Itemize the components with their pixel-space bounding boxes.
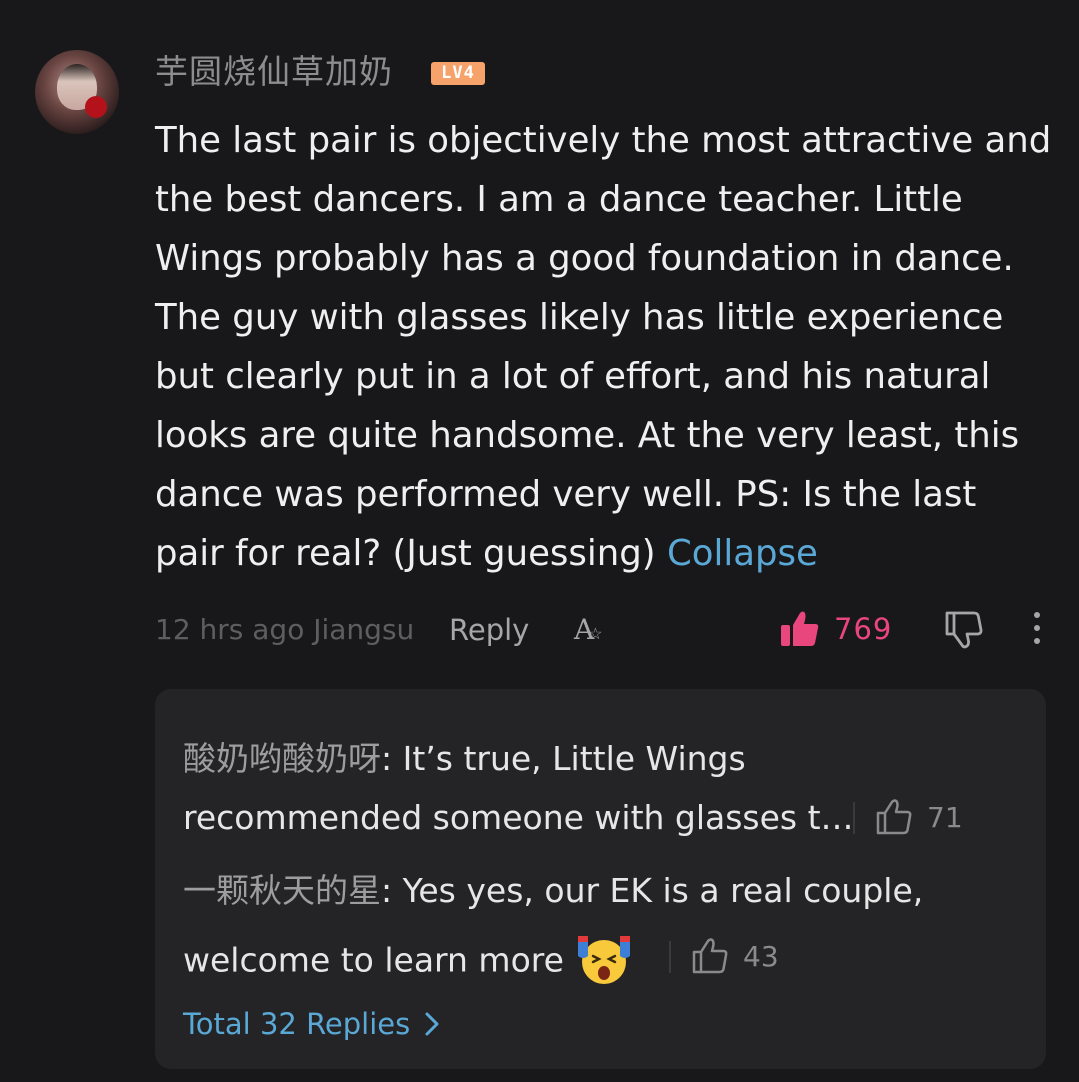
translate-button[interactable]: A☆ xyxy=(574,608,609,656)
reply-author[interactable]: 一颗秋天的星 xyxy=(183,871,381,910)
shocked-face-emoji xyxy=(578,936,631,984)
reply-1-like-button[interactable]: 71 xyxy=(875,799,963,835)
username[interactable]: 芋圆烧仙草加奶 xyxy=(155,50,393,94)
reply-author[interactable]: 酸奶哟酸奶呀 xyxy=(183,739,381,778)
reply-1-line-2[interactable]: recommended someone with glasses t… xyxy=(183,796,854,840)
comment-body: The last pair is objectively the most at… xyxy=(155,120,1052,574)
reply-2-line-1[interactable]: 一颗秋天的星: Yes yes, our EK is a real couple… xyxy=(183,869,923,913)
thumbs-up-icon xyxy=(876,799,912,835)
total-replies-label: Total 32 Replies xyxy=(183,1007,411,1041)
reply-like-count: 71 xyxy=(927,800,963,834)
more-options-button[interactable] xyxy=(1030,610,1044,650)
thumbs-down-icon xyxy=(945,611,983,649)
reply-text: recommended someone with glasses t… xyxy=(183,798,854,837)
reply-text: : It’s true, Little Wings xyxy=(381,739,746,778)
dislike-button[interactable] xyxy=(943,610,983,654)
total-replies-link[interactable]: Total 32 Replies xyxy=(183,1002,440,1046)
thumbs-up-icon xyxy=(692,938,728,974)
comment-text: The last pair is objectively the most at… xyxy=(155,111,1055,583)
reply-1-line-1[interactable]: 酸奶哟酸奶呀: It’s true, Little Wings xyxy=(183,737,746,781)
comment-meta: 12 hrs ago Jiangsu xyxy=(155,613,415,646)
reply-text: : Yes yes, our EK is a real couple, xyxy=(381,871,924,910)
divider xyxy=(669,941,671,973)
reply-text: welcome to learn more xyxy=(183,940,564,980)
like-count: 769 xyxy=(834,612,893,646)
reply-2-line-2[interactable]: welcome to learn more xyxy=(183,934,634,990)
avatar[interactable] xyxy=(35,50,119,134)
like-button[interactable]: 769 xyxy=(780,606,892,652)
more-vertical-icon xyxy=(1034,612,1040,644)
collapse-link[interactable]: Collapse xyxy=(667,533,818,574)
level-badge: LV4 xyxy=(431,62,485,85)
translate-star-glyph: ☆ xyxy=(588,624,603,643)
reply-2-like-button[interactable]: 43 xyxy=(691,938,779,974)
chevron-right-icon xyxy=(425,1012,439,1036)
avatar-rose xyxy=(85,96,107,118)
reply-button[interactable]: Reply xyxy=(449,608,529,652)
thumbs-up-icon xyxy=(781,611,819,646)
replies-box: 酸奶哟酸奶呀: It’s true, Little Wings recommen… xyxy=(155,689,1046,1069)
reply-like-count: 43 xyxy=(743,939,779,973)
divider xyxy=(853,802,855,834)
